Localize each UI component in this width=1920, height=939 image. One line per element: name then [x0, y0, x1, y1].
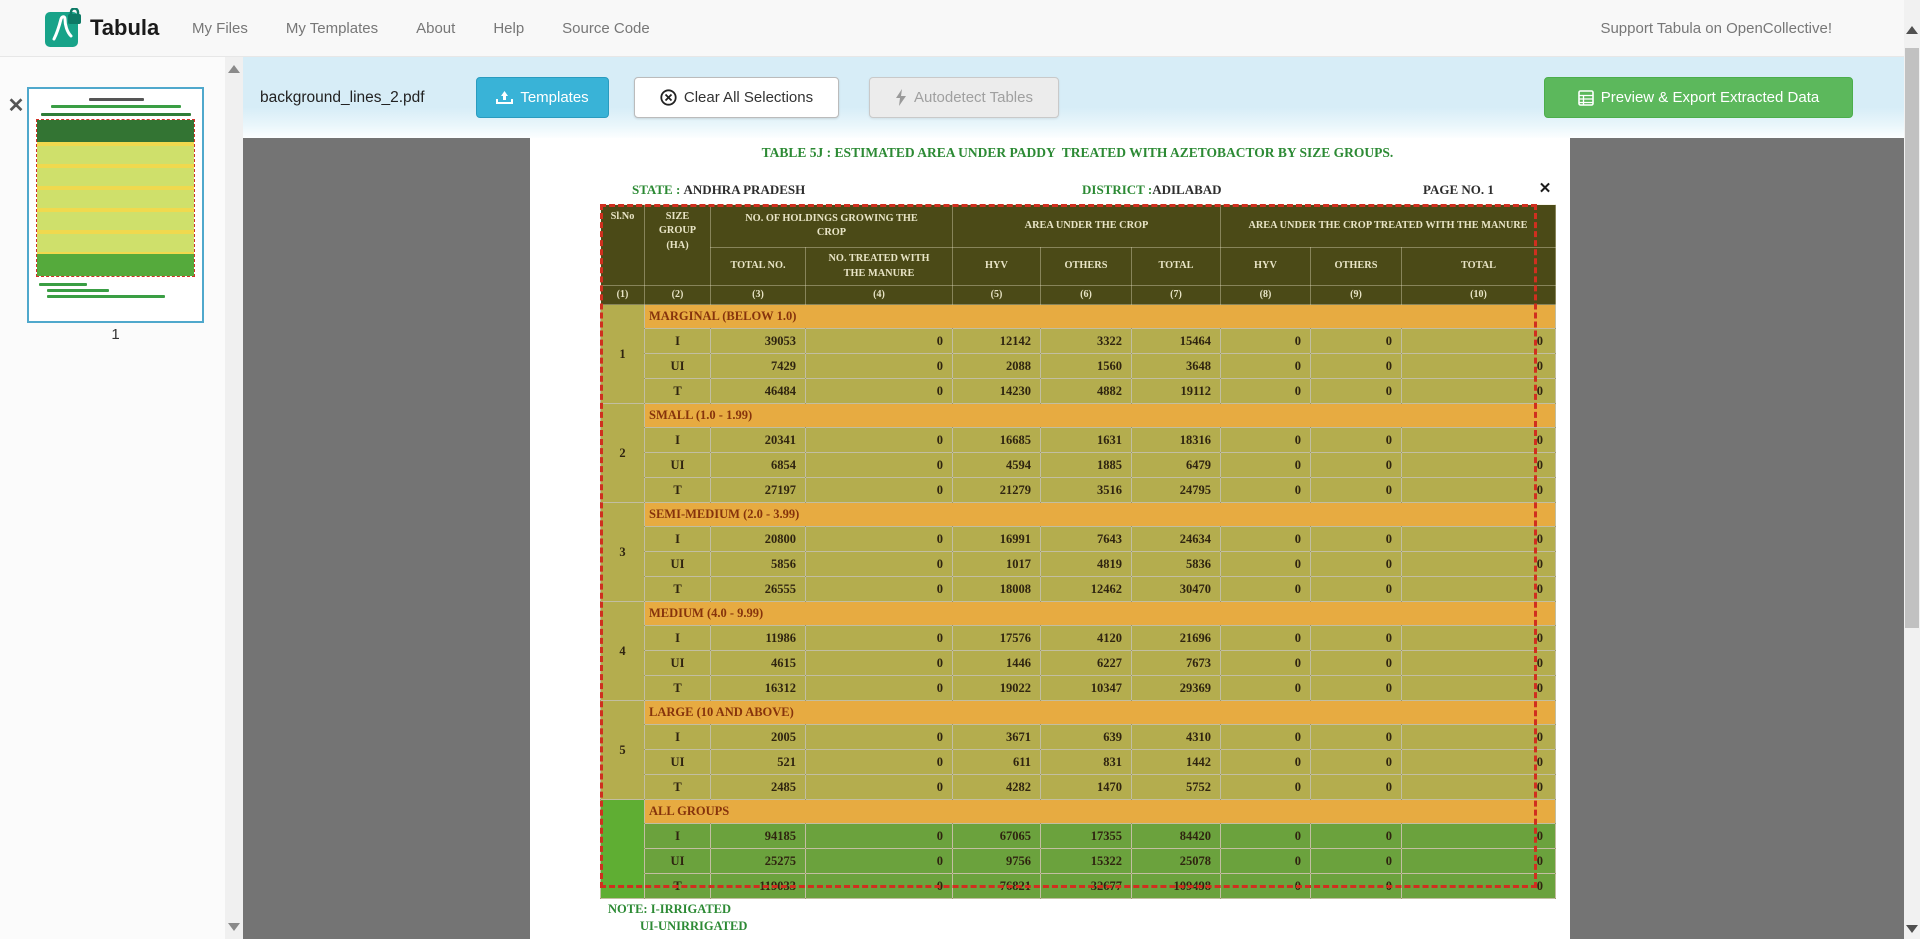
tabula-logo-icon: [44, 8, 82, 48]
templates-button[interactable]: Templates: [476, 77, 609, 118]
nav-item-about[interactable]: About: [416, 20, 455, 37]
nav-links: My Files My Templates About Help Source …: [192, 0, 650, 57]
nav-item-source-code[interactable]: Source Code: [562, 20, 650, 37]
support-opencollective-link[interactable]: Support Tabula on OpenCollective!: [1600, 0, 1832, 57]
templates-icon: [496, 90, 513, 105]
district-label: DISTRICT :: [1082, 182, 1152, 197]
document-toolbar: background_lines_2.pdf Templates Clear A…: [243, 57, 1904, 138]
page-number-label: 1: [27, 326, 204, 343]
pdf-note: NOTE: I-IRRIGATED UI-UNIRRIGATED: [608, 901, 747, 935]
document-filename: background_lines_2.pdf: [260, 57, 425, 138]
tabula-logo-link[interactable]: Tabula: [44, 8, 159, 48]
page-thumbnail-sidebar: ✕ 1: [0, 57, 225, 939]
selection-close-icon[interactable]: ✕: [1536, 180, 1554, 198]
note-line-1: NOTE: I-IRRIGATED: [608, 901, 747, 918]
page-thumbnail[interactable]: [27, 87, 204, 323]
note-line-2: UI-UNIRRIGATED: [640, 918, 747, 935]
window-scrollbar-thumb[interactable]: [1905, 48, 1919, 628]
export-button-label: Preview & Export Extracted Data: [1601, 89, 1819, 106]
sidebar-scrollbar[interactable]: [225, 57, 243, 939]
preview-export-button[interactable]: Preview & Export Extracted Data: [1544, 77, 1853, 118]
state-label: STATE :: [632, 182, 680, 197]
district-value: ADILABAD: [1152, 182, 1221, 197]
spreadsheet-icon: [1578, 90, 1594, 106]
autodetect-button-label: Autodetect Tables: [914, 89, 1033, 106]
window-scrollbar[interactable]: [1904, 0, 1920, 939]
autodetect-tables-button[interactable]: Autodetect Tables: [869, 77, 1059, 118]
clear-button-label: Clear All Selections: [684, 89, 813, 106]
pdf-table-title: TABLE 5J : ESTIMATED AREA UNDER PADDY TR…: [600, 145, 1555, 161]
nav-item-my-templates[interactable]: My Templates: [286, 20, 378, 37]
sidebar-scroll-down-icon[interactable]: [228, 923, 240, 931]
clear-selections-icon: [660, 89, 677, 106]
pdf-district-line: DISTRICT :ADILABAD: [1082, 182, 1222, 198]
pdf-state-line: STATE : ANDHRA PRADESH: [632, 182, 805, 198]
top-navbar: Tabula My Files My Templates About Help …: [0, 0, 1920, 57]
templates-button-label: Templates: [520, 89, 588, 106]
remove-page-icon[interactable]: ✕: [5, 95, 27, 117]
nav-item-help[interactable]: Help: [493, 20, 524, 37]
window-scroll-down-icon[interactable]: [1906, 925, 1918, 933]
nav-item-my-files[interactable]: My Files: [192, 20, 248, 37]
lightning-icon: [895, 89, 907, 106]
clear-all-selections-button[interactable]: Clear All Selections: [634, 77, 839, 118]
brand-name: Tabula: [90, 15, 159, 41]
page-thumbnail-image: [29, 89, 202, 321]
state-value: ANDHRA PRADESH: [684, 182, 806, 197]
sidebar-scroll-up-icon[interactable]: [228, 65, 240, 73]
pdf-page[interactable]: TABLE 5J : ESTIMATED AREA UNDER PADDY TR…: [530, 138, 1570, 939]
document-viewer: TABLE 5J : ESTIMATED AREA UNDER PADDY TR…: [243, 138, 1904, 939]
pdf-page-no: PAGE NO. 1: [1423, 182, 1494, 198]
table-selection-box[interactable]: [600, 204, 1537, 888]
window-scroll-up-icon[interactable]: [1906, 26, 1918, 34]
